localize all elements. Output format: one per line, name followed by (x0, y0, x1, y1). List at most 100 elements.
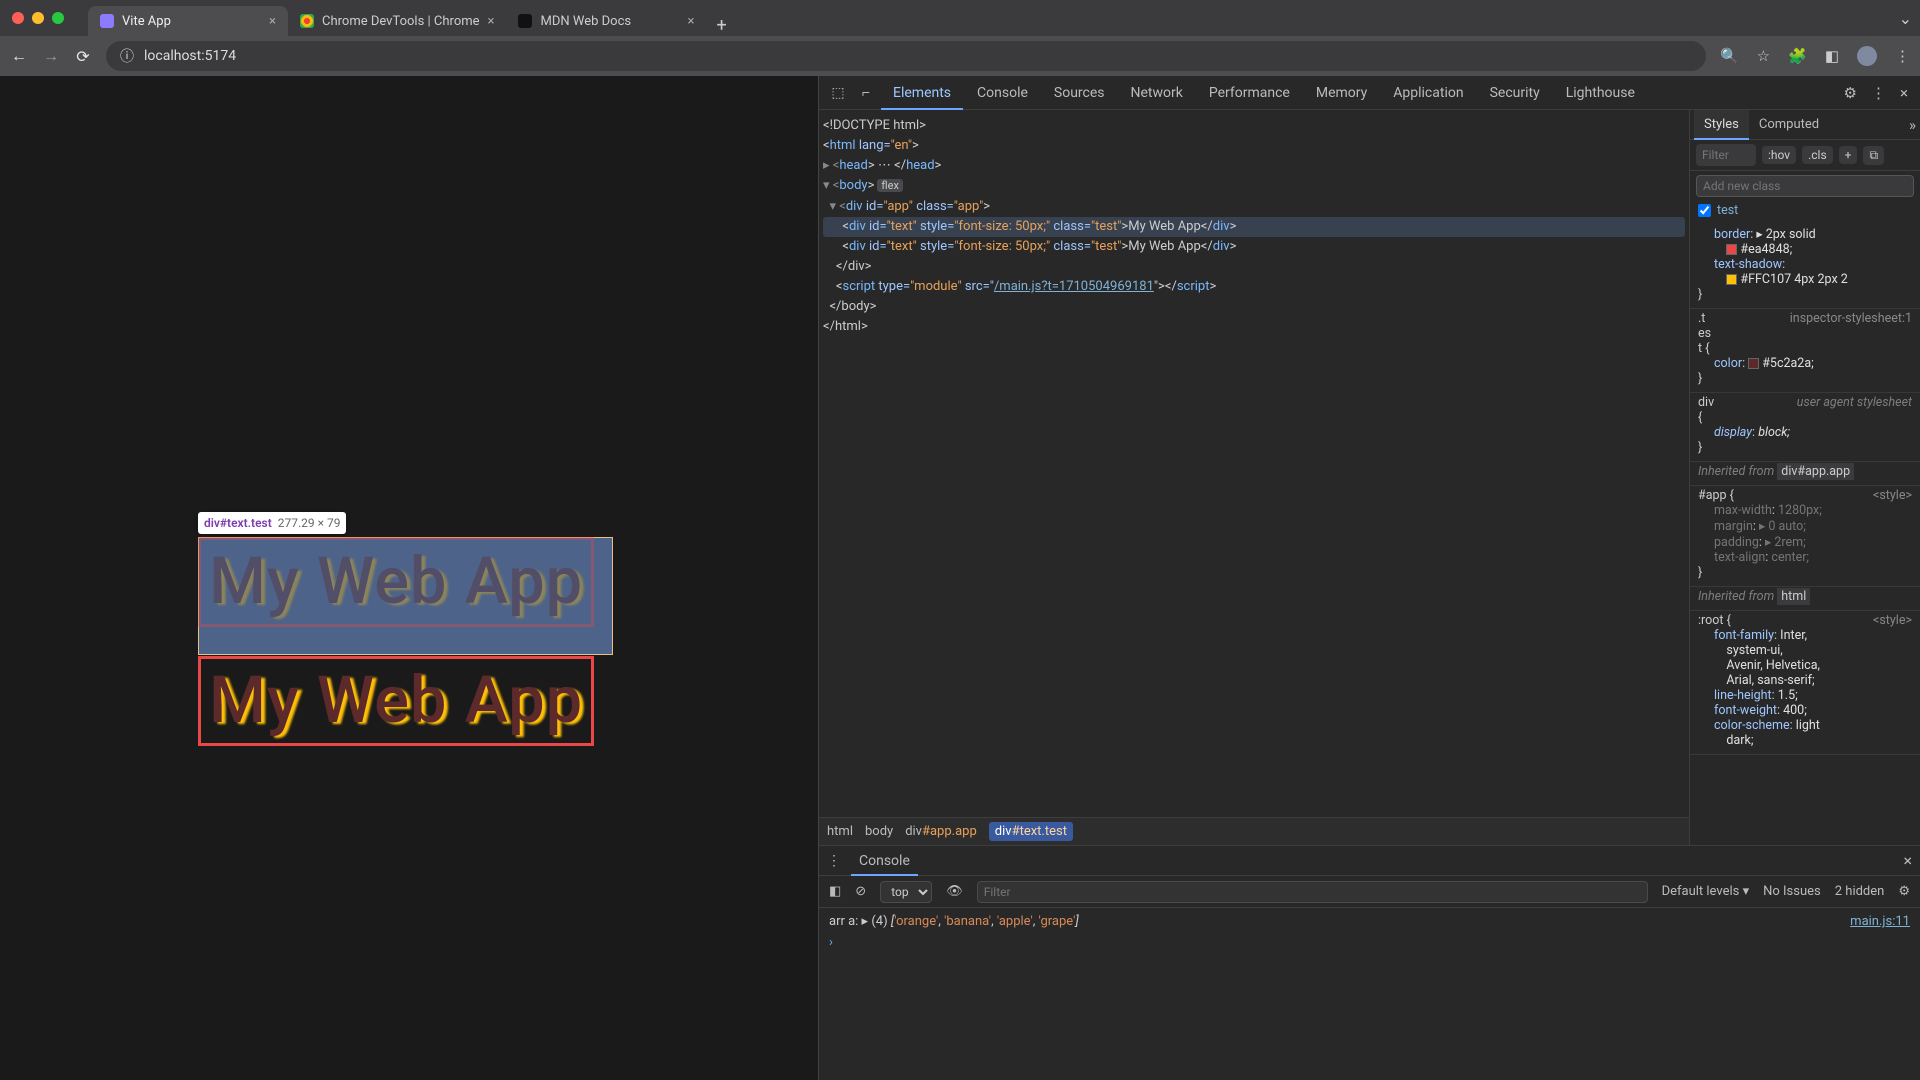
close-devtools-icon[interactable]: × (1900, 84, 1908, 102)
close-tab-icon[interactable]: × (269, 14, 276, 29)
drawer-tab-console[interactable]: Console (851, 846, 918, 876)
reload-button[interactable]: ⟳ (74, 47, 92, 66)
dom-node: <div id="text" style="font-size: 50px;" … (823, 237, 1685, 257)
crumb-body[interactable]: body (865, 824, 893, 839)
new-tab-button[interactable]: + (706, 15, 736, 36)
cls-toggle[interactable]: .cls (1802, 146, 1833, 164)
dom-node: </html> (823, 317, 1685, 337)
address-bar[interactable]: ⓘ localhost:5174 (106, 41, 1706, 71)
devtools-tab-security[interactable]: Security (1478, 76, 1552, 110)
browser-toolbar: ← → ⟳ ⓘ localhost:5174 🔍 ☆ 🧩 ◧ ⋮ (0, 36, 1920, 76)
preview-text-2: My Web App (198, 656, 594, 746)
maximize-window-icon[interactable] (52, 12, 64, 24)
dom-node: ▾ <div id="app" class="app"> (823, 197, 1685, 217)
window-controls (8, 12, 64, 24)
dom-node: ▸ <head> ⋯ </head> (823, 156, 1685, 176)
live-expression-icon[interactable]: 👁 (946, 884, 963, 899)
browser-tabs: Vite App × Chrome DevTools | Chrome × MD… (88, 0, 737, 36)
menu-icon[interactable]: ⋮ (1895, 47, 1910, 65)
browser-tab-mdn[interactable]: MDN Web Docs × (506, 6, 706, 36)
console-prompt[interactable]: › (829, 935, 1910, 950)
close-drawer-icon[interactable]: × (1903, 851, 1912, 870)
class-checkbox-row[interactable]: test (1690, 201, 1920, 224)
inspect-element-icon[interactable]: ⬚ (825, 85, 851, 101)
console-settings-icon[interactable]: ⚙ (1898, 884, 1910, 899)
preview-text-1: My Web App (198, 537, 594, 627)
styles-pane: Styles Computed » :hov .cls + ⧉ test (1690, 110, 1920, 845)
style-rule[interactable]: div user agent stylesheet { display: blo… (1690, 393, 1920, 462)
tab-title: MDN Web Docs (540, 14, 631, 29)
hov-toggle[interactable]: :hov (1762, 146, 1796, 164)
profile-avatar[interactable] (1857, 46, 1877, 66)
site-info-icon[interactable]: ⓘ (120, 46, 134, 66)
chevron-down-icon[interactable]: ⌄ (1899, 9, 1912, 28)
log-levels-dropdown[interactable]: Default levels ▾ (1662, 884, 1750, 899)
dom-node: ▾ <body>flex (823, 176, 1685, 196)
crumb-html[interactable]: html (827, 824, 853, 839)
device-toolbar-icon[interactable]: ⌐ (853, 84, 879, 101)
minimize-window-icon[interactable] (32, 12, 44, 24)
close-tab-icon[interactable]: × (688, 14, 695, 29)
favicon-icon (300, 14, 314, 28)
log-source-link[interactable]: main.js:11 (1850, 914, 1910, 929)
crumb-selected[interactable]: div#text.test (989, 822, 1073, 841)
computed-toggle-icon[interactable]: ⧉ (1863, 146, 1884, 165)
browser-tab-devtools-docs[interactable]: Chrome DevTools | Chrome × (288, 6, 506, 36)
devtools-tab-lighthouse[interactable]: Lighthouse (1554, 76, 1647, 110)
style-rule[interactable]: border: ▸ 2px solid #ea4848; text-shadow… (1690, 224, 1920, 309)
inherited-from-label: Inherited from div#app.app (1690, 462, 1920, 486)
devtools-tab-network[interactable]: Network (1119, 76, 1195, 110)
hidden-count[interactable]: 2 hidden (1835, 884, 1885, 899)
style-rule[interactable]: :root {<style> font-family: Inter, syste… (1690, 611, 1920, 755)
add-class-input[interactable] (1696, 175, 1914, 197)
browser-tab-vite[interactable]: Vite App × (88, 6, 288, 36)
class-checkbox-label: test (1717, 203, 1738, 218)
page-preview[interactable]: div#text.test 277.29 × 79 My Web App My … (0, 76, 818, 1080)
style-rule[interactable]: #app {<style> max-width: 1280px; margin:… (1690, 486, 1920, 587)
search-icon[interactable]: 🔍 (1720, 47, 1739, 65)
flex-badge[interactable]: flex (877, 179, 903, 192)
devtools-tab-memory[interactable]: Memory (1304, 76, 1379, 110)
styles-filter-input[interactable] (1696, 144, 1756, 166)
breadcrumb: html body div#app.app div#text.test (819, 817, 1689, 845)
console-context-select[interactable]: top (880, 881, 932, 903)
dom-tree[interactable]: <!DOCTYPE html> <html lang="en"> ▸ <head… (819, 110, 1689, 817)
styles-toolbar: :hov .cls + ⧉ (1690, 140, 1920, 171)
devtools-tab-application[interactable]: Application (1381, 76, 1475, 110)
devtools-tab-elements[interactable]: Elements (881, 76, 963, 110)
inspector-tooltip: div#text.test 277.29 × 79 (198, 512, 346, 534)
devtools-tab-bar: ⬚ ⌐ Elements Console Sources Network Per… (819, 76, 1920, 110)
styles-tab-computed[interactable]: Computed (1749, 110, 1829, 140)
settings-icon[interactable]: ⚙ (1844, 84, 1857, 102)
extensions-icon[interactable]: 🧩 (1788, 47, 1807, 65)
console-sidebar-icon[interactable]: ◧ (829, 884, 841, 899)
sidepanel-icon[interactable]: ◧ (1825, 47, 1839, 65)
more-icon[interactable]: ⋮ (1871, 84, 1886, 102)
forward-button[interactable]: → (42, 46, 60, 66)
clear-console-icon[interactable]: ⊘ (855, 884, 866, 899)
styles-tabs: Styles Computed » (1690, 110, 1920, 140)
console-output[interactable]: arr a: ▸ (4) ['orange', 'banana', 'apple… (819, 908, 1920, 1080)
class-checkbox[interactable] (1698, 204, 1711, 217)
devtools-tab-performance[interactable]: Performance (1197, 76, 1302, 110)
toolbar-right: 🔍 ☆ 🧩 ◧ ⋮ (1720, 46, 1910, 66)
console-filter-input[interactable] (977, 881, 1648, 903)
devtools-tab-console[interactable]: Console (965, 76, 1040, 110)
new-style-rule-button[interactable]: + (1839, 146, 1858, 164)
tooltip-dimensions: 277.29 × 79 (278, 516, 341, 530)
drawer-menu-icon[interactable]: ⋮ (827, 853, 841, 869)
devtools-panel: ⬚ ⌐ Elements Console Sources Network Per… (818, 76, 1920, 1080)
close-tab-icon[interactable]: × (488, 14, 495, 29)
devtools-tab-sources[interactable]: Sources (1042, 76, 1117, 110)
back-button[interactable]: ← (10, 46, 28, 66)
dom-node: </div> (823, 257, 1685, 277)
close-window-icon[interactable] (12, 12, 24, 24)
dom-node: </body> (823, 297, 1685, 317)
styles-tab-styles[interactable]: Styles (1694, 110, 1749, 140)
dom-node: <script type="module" src="/main.js?t=17… (823, 277, 1685, 297)
more-tabs-icon[interactable]: » (1909, 116, 1916, 134)
issues-indicator[interactable]: No Issues (1763, 884, 1821, 899)
style-rule[interactable]: .t es t {inspector-stylesheet:1 color: #… (1690, 309, 1920, 393)
bookmark-icon[interactable]: ☆ (1757, 47, 1770, 65)
crumb-app[interactable]: div#app.app (905, 824, 977, 839)
